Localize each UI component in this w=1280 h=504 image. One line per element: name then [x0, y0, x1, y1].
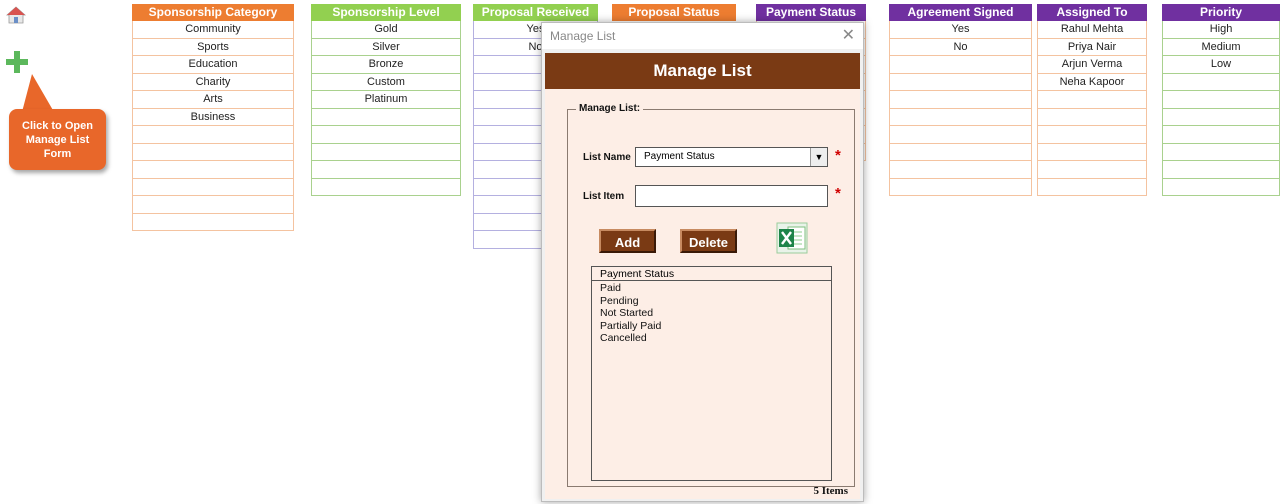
table-cell[interactable]	[889, 178, 1032, 196]
close-icon[interactable]: ✕	[842, 25, 855, 45]
table-cell[interactable]	[1037, 108, 1147, 126]
table-cell[interactable]	[889, 126, 1032, 144]
table-cell[interactable]	[889, 143, 1032, 161]
delete-button[interactable]: Delete	[680, 229, 737, 253]
table-cell[interactable]	[1037, 178, 1147, 196]
dialog-body: Manage List Manage List: List Name Payme…	[545, 53, 860, 499]
table-cell[interactable]: Arts	[132, 91, 294, 109]
column-priority: Priority High Medium Low	[1162, 4, 1280, 196]
column-header[interactable]: Priority	[1162, 4, 1280, 21]
table-cell[interactable]: Priya Nair	[1037, 38, 1147, 56]
list-item[interactable]: Not Started	[592, 307, 831, 320]
table-cell[interactable]: Sports	[132, 38, 294, 56]
frame-label: Manage List:	[576, 103, 644, 114]
table-cell[interactable]	[889, 73, 1032, 91]
table-cell[interactable]: Custom	[311, 73, 461, 91]
item-count: 5 Items	[813, 485, 848, 497]
column-header[interactable]: Sponsorship Category	[132, 4, 294, 21]
table-cell[interactable]	[1037, 91, 1147, 109]
callout-pointer	[22, 74, 54, 112]
column-assigned: Assigned To Rahul Mehta Priya Nair Arjun Ve…	[1037, 4, 1147, 196]
table-cell[interactable]	[1037, 161, 1147, 179]
table-cell[interactable]	[889, 91, 1032, 109]
table-cell[interactable]	[1162, 126, 1280, 144]
list-item-label: List Item	[583, 191, 625, 202]
table-cell[interactable]	[889, 108, 1032, 126]
column-header[interactable]: Sponsorship Level	[311, 4, 461, 21]
list-item[interactable]: Partially Paid	[592, 320, 831, 333]
column-header[interactable]: Assigned To	[1037, 4, 1147, 21]
home-icon[interactable]	[6, 6, 26, 24]
list-name-value: Payment Status	[644, 151, 715, 162]
table-cell[interactable]: Low	[1162, 56, 1280, 74]
dropdown-arrow-icon[interactable]: ▼	[810, 148, 827, 166]
table-cell[interactable]: Rahul Mehta	[1037, 21, 1147, 39]
list-item[interactable]: Paid	[592, 282, 831, 295]
table-cell[interactable]: Bronze	[311, 56, 461, 74]
table-cell[interactable]: Business	[132, 108, 294, 126]
list-item[interactable]: Pending	[592, 295, 831, 308]
table-cell[interactable]	[1037, 126, 1147, 144]
column-level: Sponsorship Level Gold Silver Bronze Custom P…	[311, 4, 461, 196]
list-items-listbox[interactable]: Payment Status Paid Pending Not Started Par…	[591, 266, 832, 481]
table-cell[interactable]	[311, 143, 461, 161]
table-cell[interactable]: High	[1162, 21, 1280, 39]
column-header[interactable]: Payment Status	[756, 4, 866, 21]
add-plus-icon[interactable]	[5, 50, 29, 74]
column-header[interactable]: Agreement Signed	[889, 4, 1032, 21]
table-cell[interactable]: Neha Kapoor	[1037, 73, 1147, 91]
table-cell[interactable]: Gold	[311, 21, 461, 39]
required-mark: *	[835, 185, 841, 202]
dialog-window-title: Manage List	[550, 29, 616, 43]
table-cell[interactable]: Yes	[889, 21, 1032, 39]
table-cell[interactable]	[311, 178, 461, 196]
table-cell[interactable]	[1037, 143, 1147, 161]
manage-list-dialog: Manage List ✕ Manage List Manage List: L…	[541, 22, 864, 502]
table-cell[interactable]	[132, 161, 294, 179]
table-cell[interactable]	[889, 56, 1032, 74]
dialog-titlebar[interactable]: Manage List ✕	[542, 23, 863, 49]
table-cell[interactable]	[1162, 161, 1280, 179]
table-cell[interactable]	[132, 213, 294, 231]
table-cell[interactable]	[1162, 91, 1280, 109]
list-item-input[interactable]	[635, 185, 828, 207]
table-cell[interactable]	[132, 178, 294, 196]
table-cell[interactable]	[132, 126, 294, 144]
table-cell[interactable]	[311, 108, 461, 126]
column-proposal_status: Proposal Status	[612, 4, 736, 21]
add-button[interactable]: Add	[599, 229, 656, 253]
column-header[interactable]: Proposal Status	[612, 4, 736, 21]
column-header[interactable]: Proposal Received	[473, 4, 598, 21]
table-cell[interactable]	[132, 196, 294, 214]
table-cell[interactable]	[132, 143, 294, 161]
table-cell[interactable]: Medium	[1162, 38, 1280, 56]
table-cell[interactable]	[1162, 73, 1280, 91]
table-cell[interactable]	[311, 126, 461, 144]
table-cell[interactable]	[889, 161, 1032, 179]
table-cell[interactable]: Platinum	[311, 91, 461, 109]
table-cell[interactable]	[1162, 178, 1280, 196]
list-item[interactable]: Cancelled	[592, 332, 831, 345]
listbox-header: Payment Status	[592, 267, 831, 281]
table-cell[interactable]: Arjun Verma	[1037, 56, 1147, 74]
table-cell[interactable]	[1162, 108, 1280, 126]
table-cell[interactable]: Community	[132, 21, 294, 39]
table-cell[interactable]	[1162, 143, 1280, 161]
dialog-banner-title: Manage List	[545, 53, 860, 89]
table-cell[interactable]: Education	[132, 56, 294, 74]
table-cell[interactable]	[311, 161, 461, 179]
table-cell[interactable]: No	[889, 38, 1032, 56]
column-agreement: Agreement Signed Yes No	[889, 4, 1032, 196]
table-cell[interactable]: Silver	[311, 38, 461, 56]
excel-icon[interactable]	[775, 221, 809, 255]
required-mark: *	[835, 147, 841, 164]
column-category: Sponsorship Category Community Sports Educa…	[132, 4, 294, 231]
list-name-combobox[interactable]: Payment Status ▼	[635, 147, 828, 167]
open-form-callout-button[interactable]: Click to Open Manage List Form	[9, 109, 106, 170]
table-cell[interactable]: Charity	[132, 73, 294, 91]
list-name-label: List Name	[583, 152, 631, 163]
